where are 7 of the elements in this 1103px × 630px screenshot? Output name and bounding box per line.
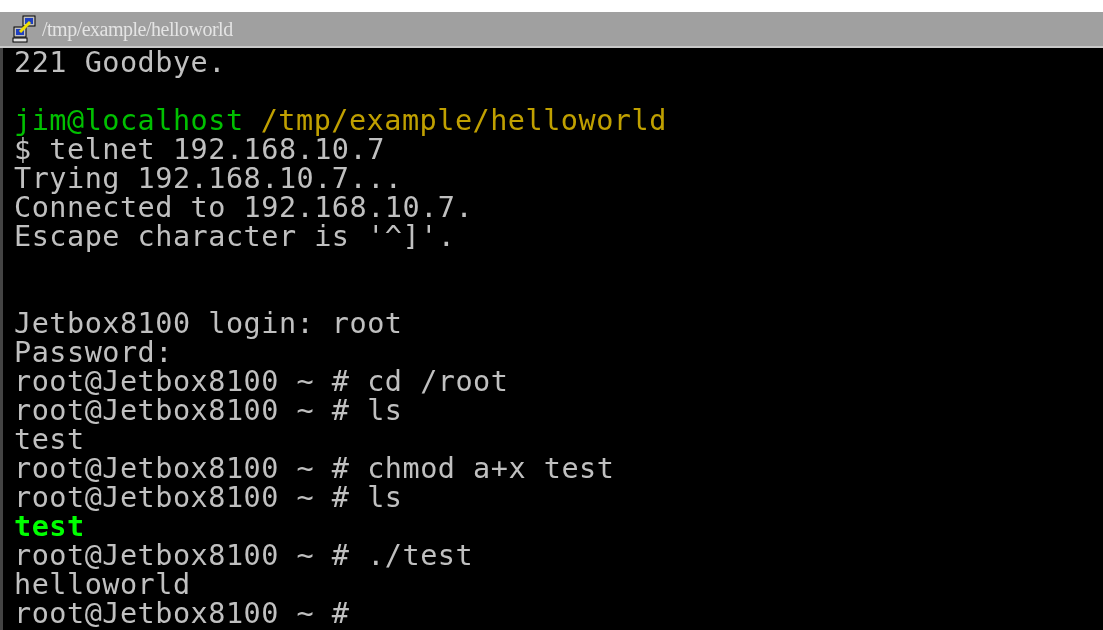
terminal-line: Escape character is '^]'.: [14, 220, 456, 253]
prompt-user: jim@localhost: [14, 104, 244, 137]
computers-icon: [12, 15, 38, 43]
terminal-line: Trying 192.168.10.7...: [14, 162, 403, 195]
prompt-path: /tmp/example/helloworld: [260, 104, 667, 137]
window-title: /tmp/example/helloworld: [42, 17, 233, 41]
terminal-line: 221 Goodbye.: [14, 48, 226, 79]
